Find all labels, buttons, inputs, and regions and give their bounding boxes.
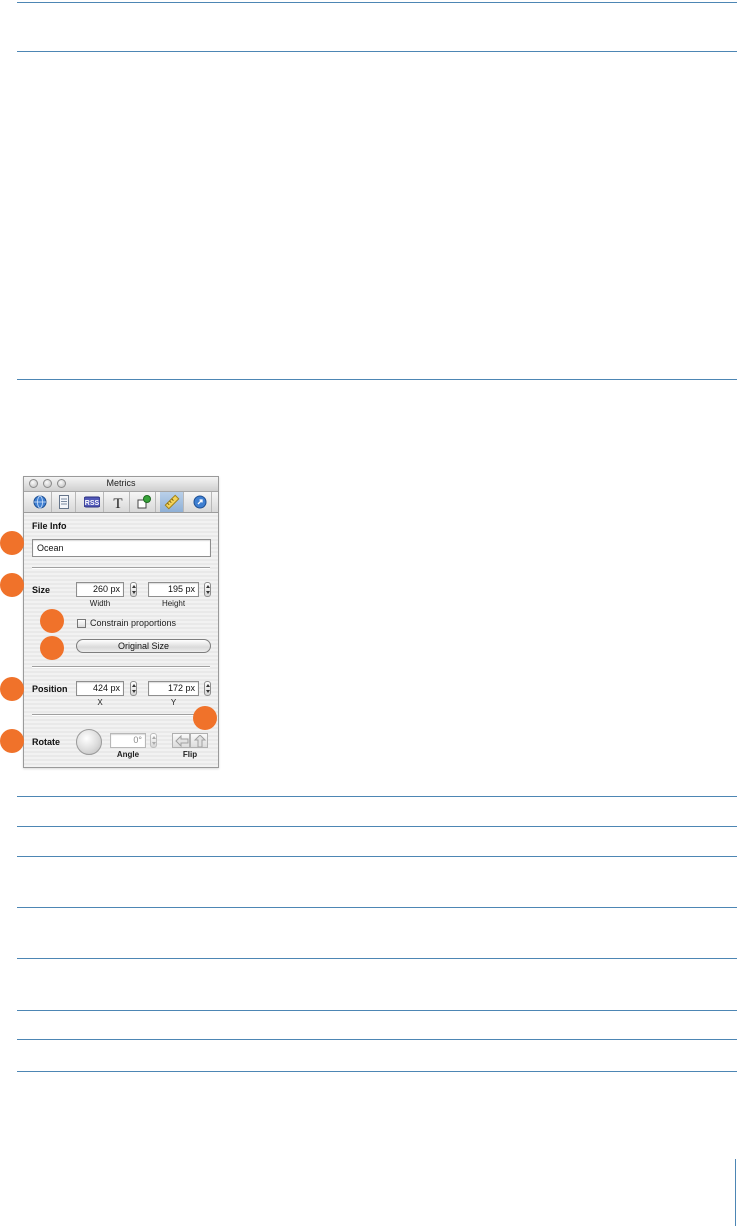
position-label: Position bbox=[32, 684, 68, 694]
divider-rule bbox=[17, 379, 737, 380]
original-size-button[interactable]: Original Size bbox=[76, 639, 211, 653]
text-icon: T bbox=[113, 496, 122, 510]
link-icon bbox=[193, 495, 207, 509]
divider-rule bbox=[17, 1071, 737, 1072]
flip-vertical-button[interactable] bbox=[190, 733, 208, 748]
globe-icon bbox=[33, 495, 47, 509]
tab-text-inspector[interactable]: T bbox=[106, 492, 130, 512]
tab-page-inspector[interactable] bbox=[52, 492, 76, 512]
rotate-label: Rotate bbox=[32, 737, 61, 747]
tab-blog-inspector[interactable]: RSS bbox=[80, 492, 104, 512]
svg-text:T: T bbox=[113, 496, 122, 510]
divider-rule bbox=[17, 51, 737, 52]
graphic-icon bbox=[137, 495, 151, 509]
divider-rule bbox=[17, 2, 737, 3]
divider-rule bbox=[17, 1039, 737, 1040]
callout-marker bbox=[40, 636, 64, 660]
flip-horizontal-button[interactable] bbox=[172, 733, 190, 748]
tab-metrics-inspector[interactable] bbox=[160, 492, 184, 512]
angle-caption: Angle bbox=[116, 750, 140, 759]
y-field[interactable]: 172 px bbox=[148, 681, 199, 696]
window-titlebar[interactable]: Metrics bbox=[24, 477, 218, 492]
constrain-proportions-label: Constrain proportions bbox=[90, 618, 177, 628]
divider-rule bbox=[17, 907, 737, 908]
height-field[interactable]: 195 px bbox=[148, 582, 199, 597]
rotate-wheel[interactable] bbox=[76, 729, 102, 755]
file-info-label: File Info bbox=[32, 521, 67, 531]
tab-graphic-inspector[interactable] bbox=[132, 492, 156, 512]
page-margin-rule bbox=[735, 1159, 736, 1226]
section-separator bbox=[32, 666, 210, 668]
width-field[interactable]: 260 px bbox=[76, 582, 124, 597]
size-label: Size bbox=[32, 585, 51, 595]
divider-rule bbox=[17, 1010, 737, 1011]
divider-rule bbox=[17, 826, 737, 827]
ruler-icon bbox=[164, 494, 180, 510]
callout-marker bbox=[40, 609, 64, 633]
x-stepper[interactable] bbox=[130, 681, 137, 696]
x-caption: X bbox=[97, 698, 103, 707]
width-stepper[interactable] bbox=[130, 582, 137, 597]
document-icon bbox=[59, 495, 69, 509]
angle-stepper[interactable] bbox=[150, 733, 157, 748]
y-stepper[interactable] bbox=[204, 681, 211, 696]
width-caption: Width bbox=[89, 599, 111, 608]
callout-marker bbox=[193, 706, 217, 730]
constrain-proportions-checkbox[interactable] bbox=[77, 619, 86, 628]
flip-vertical-arrow-icon bbox=[193, 735, 207, 747]
callout-marker bbox=[0, 531, 24, 555]
flip-caption: Flip bbox=[182, 750, 198, 759]
callout-marker bbox=[0, 573, 24, 597]
y-caption: Y bbox=[170, 698, 177, 707]
callout-marker bbox=[0, 677, 24, 701]
tab-site-inspector[interactable] bbox=[28, 492, 52, 512]
window-title: Metrics bbox=[106, 478, 136, 488]
divider-rule bbox=[17, 796, 737, 797]
angle-field[interactable]: 0° bbox=[110, 733, 146, 748]
divider-rule bbox=[17, 958, 737, 959]
svg-text:RSS: RSS bbox=[85, 500, 100, 507]
section-separator bbox=[32, 567, 210, 569]
callout-marker bbox=[0, 729, 24, 753]
inspector-toolbar: RSS T bbox=[24, 492, 218, 513]
flip-horizontal-arrow-icon bbox=[175, 735, 189, 747]
rss-icon: RSS bbox=[84, 496, 100, 508]
tab-hyperlink-inspector[interactable] bbox=[188, 492, 212, 512]
divider-rule bbox=[17, 856, 737, 857]
height-stepper[interactable] bbox=[204, 582, 211, 597]
height-caption: Height bbox=[161, 599, 186, 608]
x-field[interactable]: 424 px bbox=[76, 681, 124, 696]
file-name-field[interactable]: Ocean bbox=[32, 539, 211, 557]
section-separator bbox=[32, 714, 210, 716]
